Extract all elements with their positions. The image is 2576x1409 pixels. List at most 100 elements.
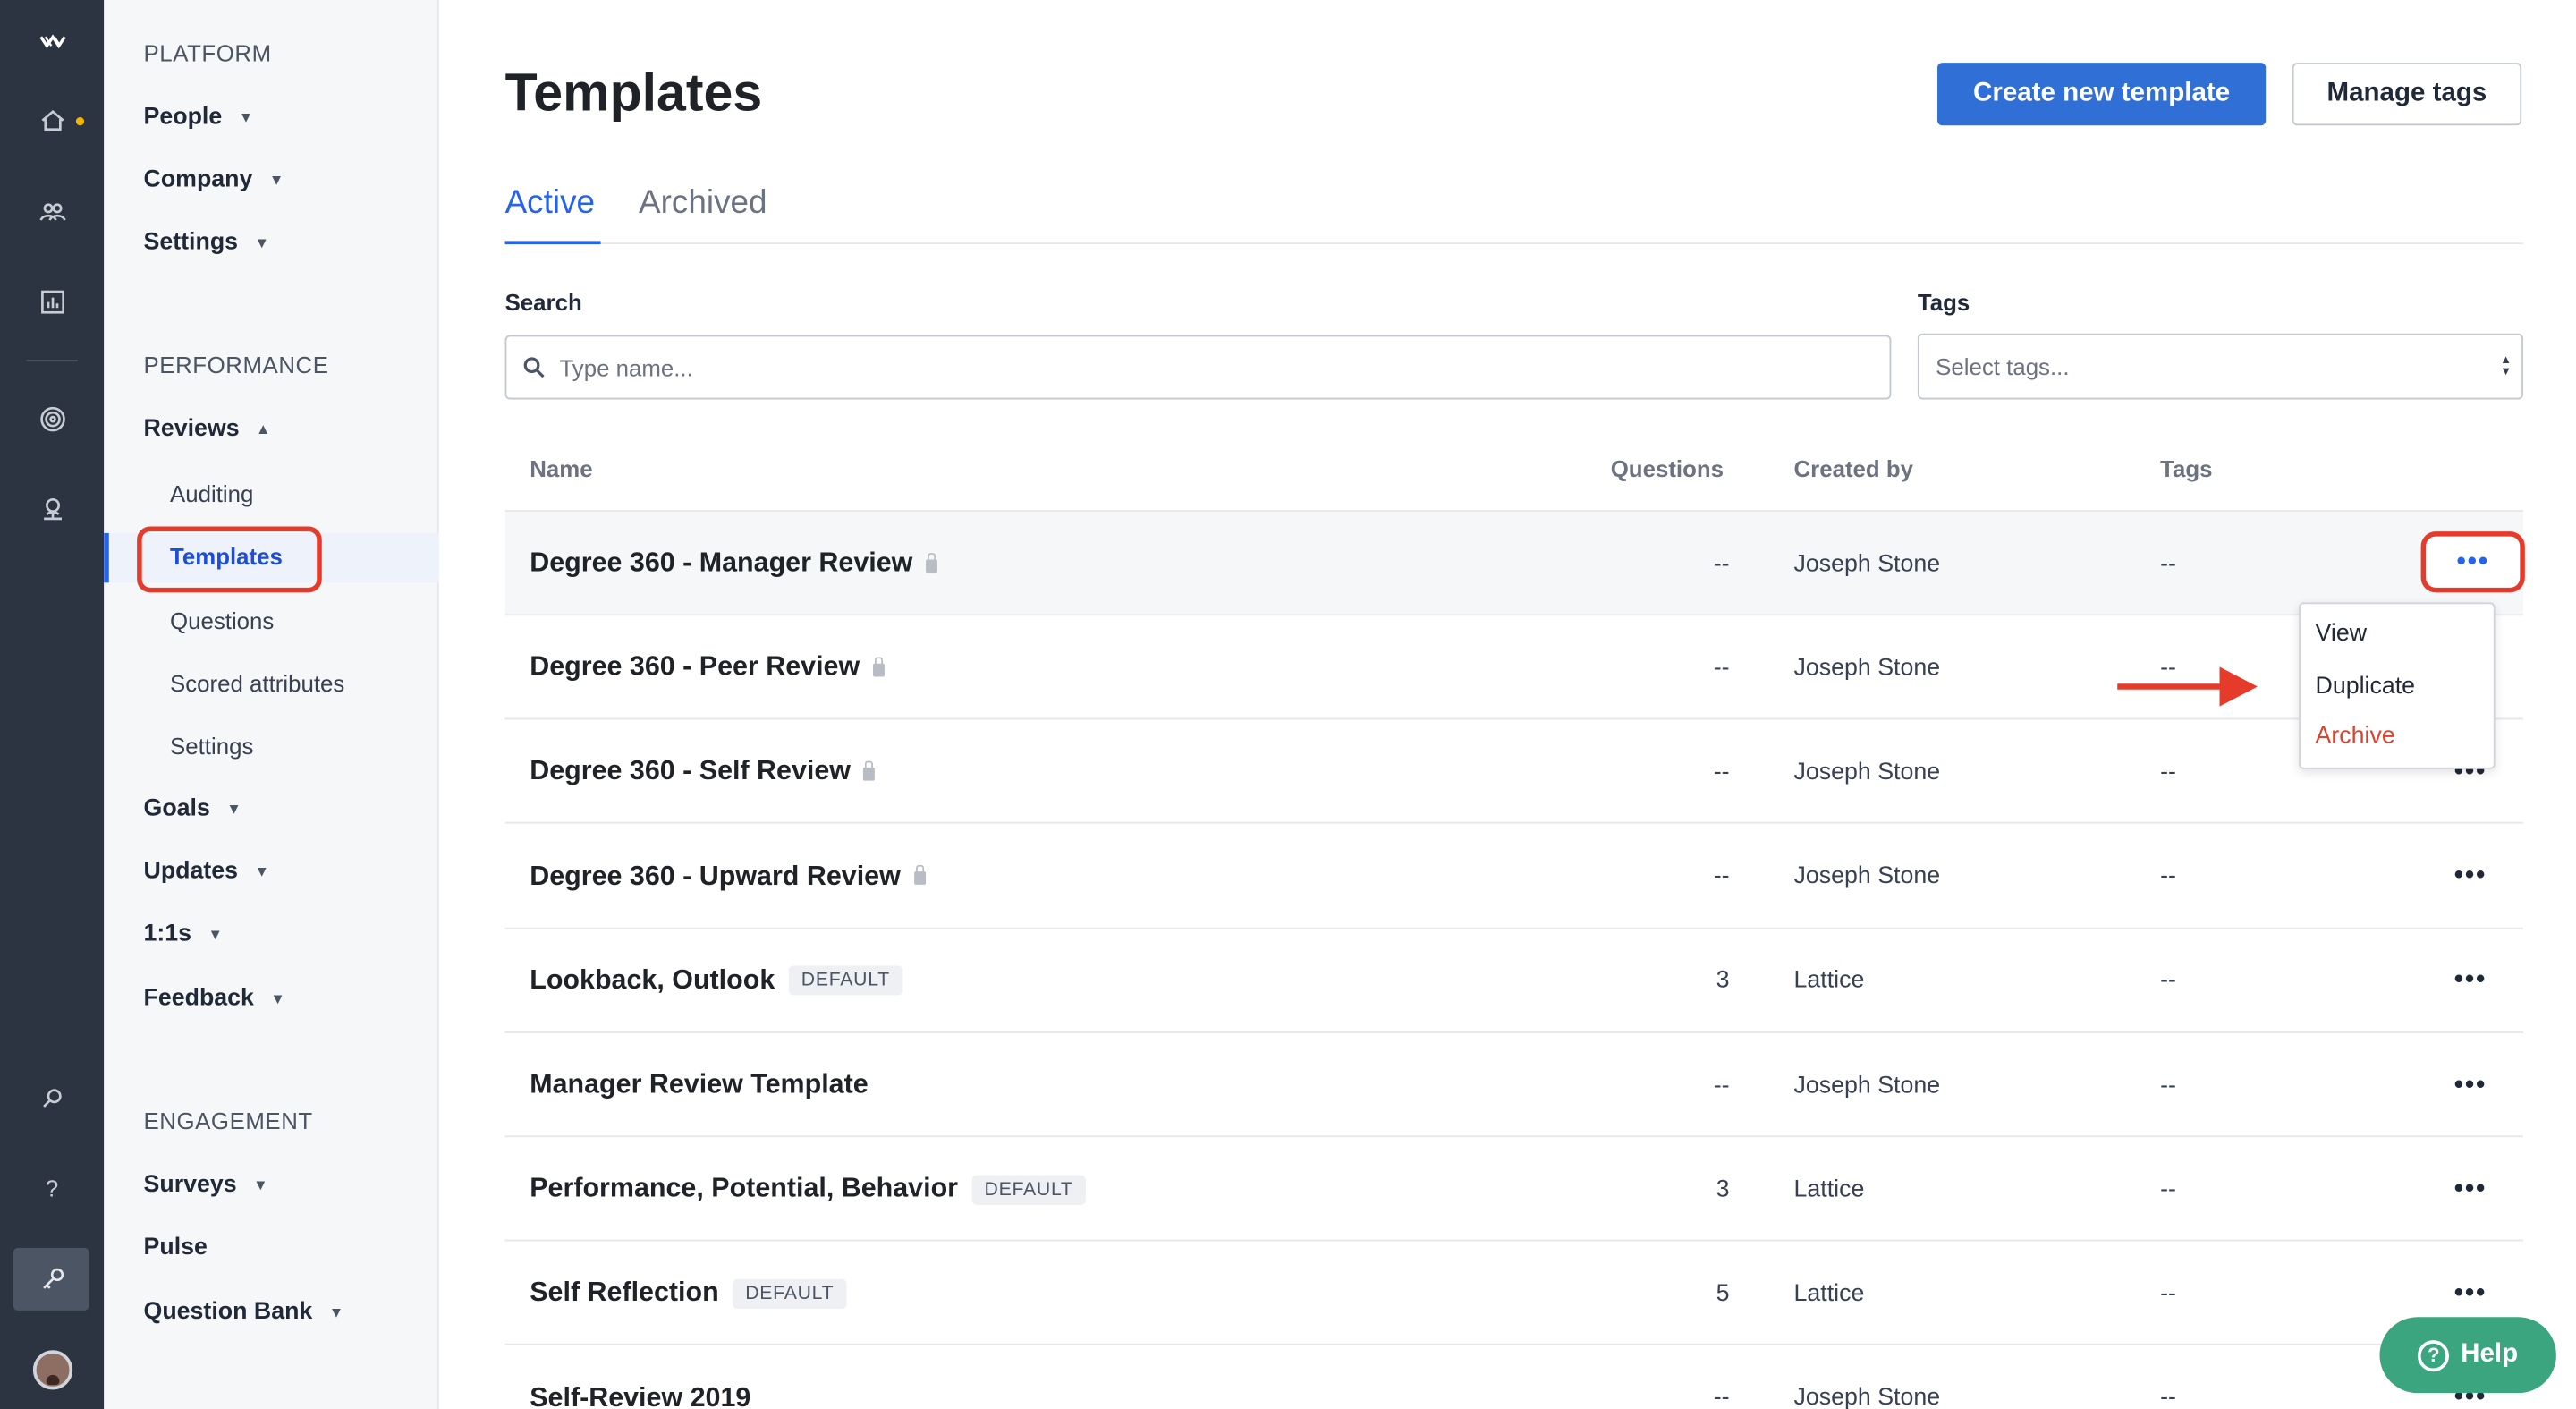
table-row[interactable]: Degree 360 - Manager Review -- Joseph Ston… [504,511,2524,616]
template-name[interactable]: Self Reflection [530,1278,718,1310]
lattice-logo-icon[interactable] [0,18,104,67]
search-field[interactable] [504,335,1892,400]
template-name[interactable]: Lookback, Outlook [530,965,775,997]
tab-archived[interactable]: Archived [639,185,767,223]
more-actions-button[interactable]: ••• [2444,1138,2496,1242]
table-row[interactable]: Degree 360 - Upward Review -- Joseph Stone… [504,825,2524,929]
admin-key-icon[interactable] [0,1254,104,1303]
page-title: Templates [504,63,763,123]
tags-cell: -- [2160,1385,2176,1409]
template-name[interactable]: Manager Review Template [530,1070,868,1101]
nav-item-reviews[interactable]: Reviews ▲ [144,416,271,443]
template-name[interactable]: Degree 360 - Upward Review [530,861,901,892]
tab-active[interactable]: Active [505,185,595,223]
help-question-icon[interactable]: ? [0,1164,104,1213]
main-content: Templates Create new template Manage tag… [439,0,2576,1409]
created-by-cell: Joseph Stone [1793,550,1941,577]
template-name-cell[interactable]: Performance, Potential, Behavior DEFAULT [530,1138,1087,1242]
menu-item-view[interactable]: View [2316,621,2368,648]
more-actions-button[interactable]: ••• [2444,825,2496,929]
people-icon[interactable] [0,186,104,235]
questions-cell: -- [1713,863,1730,890]
caret-down-icon: ▼ [270,990,285,1007]
questions-cell: -- [1713,550,1730,577]
column-header-tags[interactable]: Tags [2160,455,2212,482]
tags-cell: -- [2160,863,2176,890]
template-name[interactable]: Degree 360 - Manager Review [530,548,912,580]
tags-select[interactable]: Select tags... ▲ ▼ [1917,333,2524,400]
questions-cell: 5 [1716,1280,1730,1308]
help-label: Help [2461,1340,2519,1369]
caret-down-icon: ▼ [238,108,254,126]
table-row[interactable]: Performance, Potential, Behavior DEFAULT 3… [504,1138,2524,1242]
more-actions-button-highlighted[interactable]: ••• [2420,531,2525,593]
analytics-icon[interactable] [0,277,104,327]
subnav-item-settings[interactable]: Settings [170,733,253,760]
create-template-button[interactable]: Create new template [1937,63,2267,126]
nav-item-people[interactable]: People ▼ [144,104,254,131]
nav-item-label: Company [143,166,253,193]
template-name[interactable]: Performance, Potential, Behavior [530,1174,958,1205]
nav-item-pulse[interactable]: Pulse [144,1235,208,1261]
template-name-cell[interactable]: Self-Review 2019 [530,1346,750,1409]
table-row[interactable]: Self-Review 2019 -- Joseph Stone -- ••• [505,1346,2523,1409]
default-badge: DEFAULT [732,1278,848,1309]
template-name-cell[interactable]: Manager Review Template [530,1033,868,1137]
table-row[interactable]: Lookback, Outlook DEFAULT 3 Lattice -- ••• [504,929,2524,1033]
search-label: Search [504,288,582,316]
menu-item-duplicate[interactable]: Duplicate [2316,674,2416,700]
template-name[interactable]: Self-Review 2019 [530,1382,750,1409]
subnav-item-auditing[interactable]: Auditing [170,480,253,507]
tags-cell: -- [2160,1176,2176,1203]
default-badge: DEFAULT [970,1175,1087,1205]
subnav-item-questions[interactable]: Questions [170,607,274,634]
column-header-questions[interactable]: Questions [1611,455,1724,482]
questions-cell: 3 [1716,1176,1730,1203]
template-name-cell[interactable]: Degree 360 - Upward Review [530,825,926,929]
template-name-cell[interactable]: Degree 360 - Manager Review [530,512,938,615]
nav-item-question-bank[interactable]: Question Bank ▼ [144,1299,344,1326]
more-actions-button[interactable]: ••• [2444,1033,2496,1137]
template-name-cell[interactable]: Degree 360 - Peer Review [530,616,885,720]
table-row[interactable]: Self Reflection DEFAULT 5 Lattice -- ••• [504,1242,2524,1346]
caret-down-icon: ▼ [253,1176,268,1193]
column-header-name[interactable]: Name [530,455,592,482]
help-button[interactable]: ? Help [2379,1317,2556,1394]
nav-item-updates[interactable]: Updates ▼ [144,858,269,885]
template-name-cell[interactable]: Self Reflection DEFAULT [530,1242,848,1345]
active-indicator [104,532,109,583]
notification-dot [75,116,85,126]
nav-item-label: 1:1s [143,921,192,948]
nav-item-label: Updates [143,858,239,885]
subnav-item-scored-attributes[interactable]: Scored attributes [170,670,344,697]
search-icon[interactable] [0,1073,104,1122]
nav-item-settings[interactable]: Settings ▼ [144,229,269,256]
nav-item-company[interactable]: Company ▼ [144,166,284,193]
caret-down-icon: ▼ [208,926,223,943]
nav-item-goals[interactable]: Goals ▼ [144,795,242,822]
user-avatar[interactable] [32,1350,73,1390]
nav-item-surveys[interactable]: Surveys ▼ [144,1172,268,1199]
table-row[interactable]: Degree 360 - Self Review -- Joseph Stone --… [504,720,2524,825]
more-actions-button[interactable]: ••• [2444,929,2496,1032]
home-icon[interactable] [0,96,104,145]
template-name-cell[interactable]: Lookback, Outlook DEFAULT [530,929,903,1032]
secondary-nav: PLATFORM People ▼ Company ▼ Settings ▼ PERF… [104,0,439,1409]
growth-icon[interactable] [0,484,104,533]
nav-item-label: Surveys [143,1171,237,1199]
manage-tags-button[interactable]: Manage tags [2292,63,2522,126]
nav-item-feedback[interactable]: Feedback ▼ [144,985,285,1012]
tags-cell: -- [2160,759,2176,786]
template-name-cell[interactable]: Degree 360 - Self Review [530,720,876,824]
created-by-cell: Joseph Stone [1793,759,1941,786]
column-header-created-by[interactable]: Created by [1794,455,1914,482]
template-name[interactable]: Degree 360 - Peer Review [530,652,860,683]
rail-divider [26,360,78,362]
goals-target-icon[interactable] [0,395,104,444]
template-name[interactable]: Degree 360 - Self Review [530,757,851,788]
menu-item-archive[interactable]: Archive [2316,723,2395,750]
nav-item-one-on-ones[interactable]: 1:1s ▼ [144,921,223,948]
search-input[interactable] [559,353,1847,381]
tags-select-placeholder: Select tags... [1936,352,2070,380]
table-row[interactable]: Manager Review Template -- Joseph Stone -- •… [504,1033,2524,1138]
